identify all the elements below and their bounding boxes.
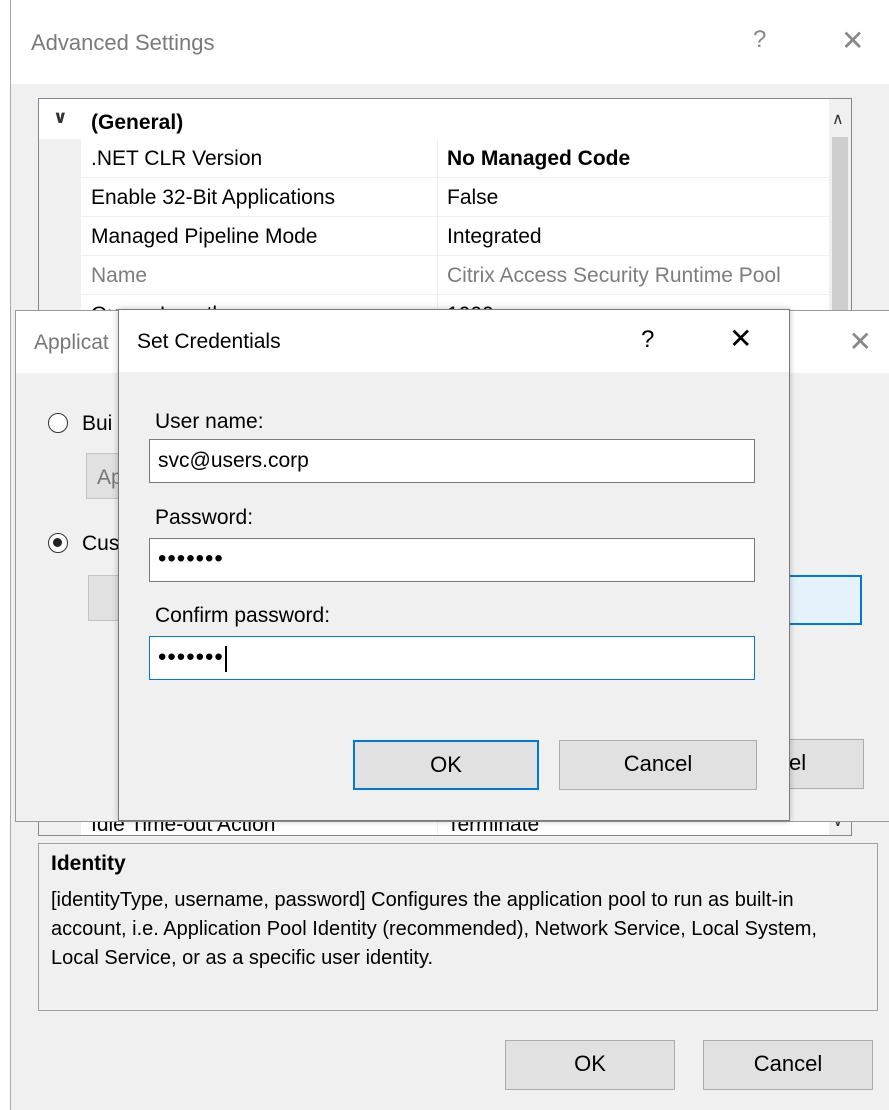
property-name: Enable 32-Bit Applications	[91, 186, 335, 209]
property-value: No Managed Code	[447, 147, 631, 170]
chevron-down-icon[interactable]: ∨	[53, 107, 68, 128]
help-icon[interactable]: ?	[641, 326, 654, 354]
property-value: Citrix Access Security Runtime Pool	[447, 264, 781, 287]
advanced-ok-button[interactable]: OK	[505, 1040, 675, 1090]
property-row-name[interactable]: Name Citrix Access Security Runtime Pool	[39, 256, 839, 295]
property-name: Managed Pipeline Mode	[91, 225, 318, 248]
property-value: False	[447, 186, 499, 209]
password-label: Password:	[155, 506, 254, 529]
app-pool-identity-title: Applicat	[34, 331, 109, 354]
description-title: Identity	[51, 852, 126, 875]
confirm-password-label: Confirm password:	[155, 604, 331, 627]
username-input[interactable]: svc@users.corp	[149, 439, 755, 483]
property-row-clr-version[interactable]: .NET CLR Version No Managed Code	[39, 139, 839, 178]
scroll-up-icon[interactable]: ∧	[832, 109, 844, 129]
custom-account-radio[interactable]	[48, 533, 68, 553]
set-button[interactable]	[786, 575, 862, 625]
scrollbar-thumb[interactable]	[832, 137, 848, 317]
username-label: User name:	[155, 410, 264, 433]
advanced-cancel-button[interactable]: Cancel	[703, 1040, 873, 1090]
description-panel: Identity [identityType, username, passwo…	[38, 843, 878, 1011]
app-pool-cancel-button[interactable]: el	[786, 739, 864, 789]
set-credentials-title: Set Credentials	[137, 330, 281, 353]
property-row-pipeline-mode[interactable]: Managed Pipeline Mode Integrated	[39, 217, 839, 256]
builtin-account-label: Bui	[82, 412, 113, 435]
close-icon[interactable]: ✕	[729, 322, 752, 355]
close-icon[interactable]: ✕	[841, 24, 864, 57]
advanced-settings-titlebar: Advanced Settings ? ✕	[11, 0, 889, 84]
description-text: [identityType, username, password] Confi…	[51, 889, 817, 969]
property-row-enable-32bit[interactable]: Enable 32-Bit Applications False	[39, 178, 839, 217]
property-name: .NET CLR Version	[91, 147, 263, 170]
confirm-password-value: •••••••	[158, 643, 224, 671]
help-icon[interactable]: ?	[753, 26, 766, 54]
text-caret	[224, 646, 227, 672]
close-icon[interactable]: ✕	[849, 325, 872, 358]
credentials-ok-button[interactable]: OK	[353, 740, 539, 790]
credentials-cancel-button[interactable]: Cancel	[559, 740, 757, 790]
property-value: Integrated	[447, 225, 542, 248]
set-credentials-dialog: Set Credentials ? ✕ User name: svc@users…	[118, 309, 790, 821]
property-name: Name	[91, 264, 148, 287]
category-label: (General)	[91, 111, 184, 134]
builtin-account-radio[interactable]	[48, 413, 68, 433]
category-general[interactable]: ∨ (General)	[39, 103, 829, 139]
advanced-settings-title: Advanced Settings	[31, 30, 215, 55]
custom-account-label: Cus	[82, 532, 120, 555]
password-input[interactable]: •••••••	[149, 538, 755, 582]
password-value: •••••••	[158, 545, 224, 572]
set-credentials-titlebar: Set Credentials ? ✕	[119, 310, 789, 372]
confirm-password-input[interactable]: •••••••	[149, 636, 755, 680]
